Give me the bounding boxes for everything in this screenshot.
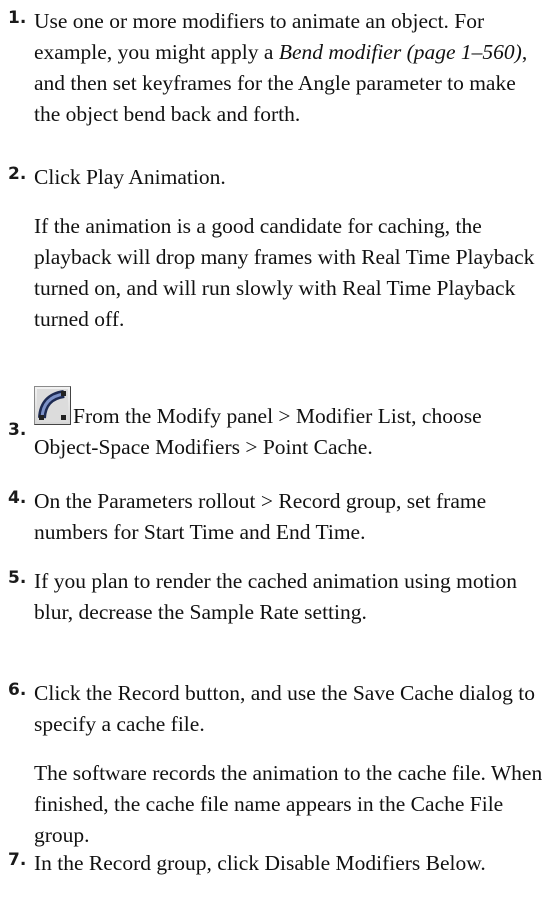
step-1: 1. Use one or more modifiers to animate … [8,6,543,130]
step-note: If the animation is a good candidate for… [34,214,535,331]
step-number: 3. [8,420,27,440]
bend-modifier-link[interactable]: Bend modifier (page 1–560) [279,40,522,64]
step-number: 6. [8,680,27,700]
step-text: On the Parameters rollout > Record group… [34,489,487,544]
step-number: 5. [8,568,27,588]
step-text: Use one or more modifiers to animate an … [34,6,543,130]
step-number: 4. [8,488,27,508]
step-note: The software records the animation to th… [34,761,543,847]
step-text-body: From the Modify panel > Modifier List, c… [34,404,482,459]
step-4: 4. On the Parameters rollout > Record gr… [8,486,543,548]
step-text: Click the Record button, and use the Sav… [34,681,535,736]
step-number: 2. [8,164,27,184]
step-2: 2. Click Play Animation. If the animatio… [8,162,543,335]
bend-modifier-icon [34,386,71,425]
step-7: 7. In the Record group, click Disable Mo… [8,848,543,879]
step-text: In the Record group, click Disable Modif… [34,851,486,875]
step-5: 5. If you plan to render the cached anim… [8,566,543,628]
step-6: 6. Click the Record button, and use the … [8,678,543,851]
step-text: From the Modify panel > Modifier List, c… [34,386,543,463]
step-number: 1. [8,8,27,28]
step-number: 7. [8,850,27,870]
step-text: If you plan to render the cached animati… [34,569,518,624]
step-text: Click Play Animation. [34,165,226,189]
step-3: 3. From the Modify panel > Modifier List… [8,386,543,463]
